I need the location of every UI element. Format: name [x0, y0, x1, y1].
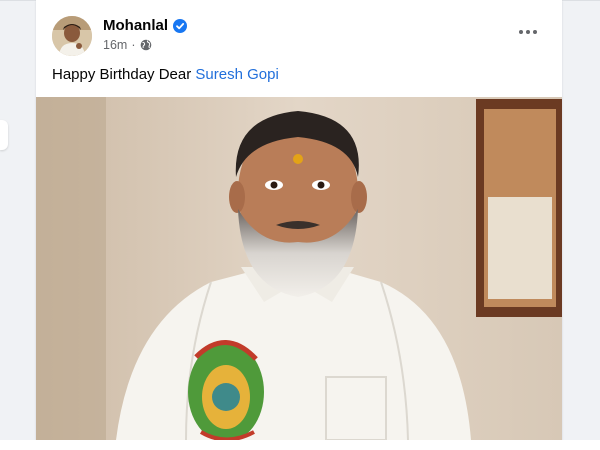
- bottom-edge: [0, 440, 600, 450]
- author-name[interactable]: Mohanlal: [103, 17, 188, 34]
- post-timestamp[interactable]: 16m: [103, 38, 127, 52]
- post-text: Happy Birthday Dear Suresh Gopi: [52, 66, 279, 83]
- more-dot-icon: [526, 30, 530, 34]
- author-name-text[interactable]: Mohanlal: [103, 17, 168, 34]
- left-panel-card-edge: [0, 120, 8, 150]
- left-panel: [0, 14, 20, 440]
- author-avatar[interactable]: [52, 16, 92, 56]
- post-photo-image: [36, 97, 562, 440]
- meta-separator: ·: [131, 38, 136, 52]
- post-meta: 16m ·: [103, 38, 152, 52]
- avatar-image: [52, 16, 92, 56]
- more-options-button[interactable]: [516, 22, 540, 42]
- post-photo[interactable]: [36, 97, 562, 440]
- post-text-body: Happy Birthday Dear: [52, 66, 196, 83]
- post-card: Mohanlal 16m · Happy Birthday Dear Sures…: [36, 0, 562, 440]
- more-dot-icon: [533, 30, 537, 34]
- more-dot-icon: [519, 30, 523, 34]
- verified-badge-icon: [173, 18, 188, 33]
- mention-link[interactable]: Suresh Gopi: [195, 66, 278, 83]
- globe-icon[interactable]: [140, 39, 152, 51]
